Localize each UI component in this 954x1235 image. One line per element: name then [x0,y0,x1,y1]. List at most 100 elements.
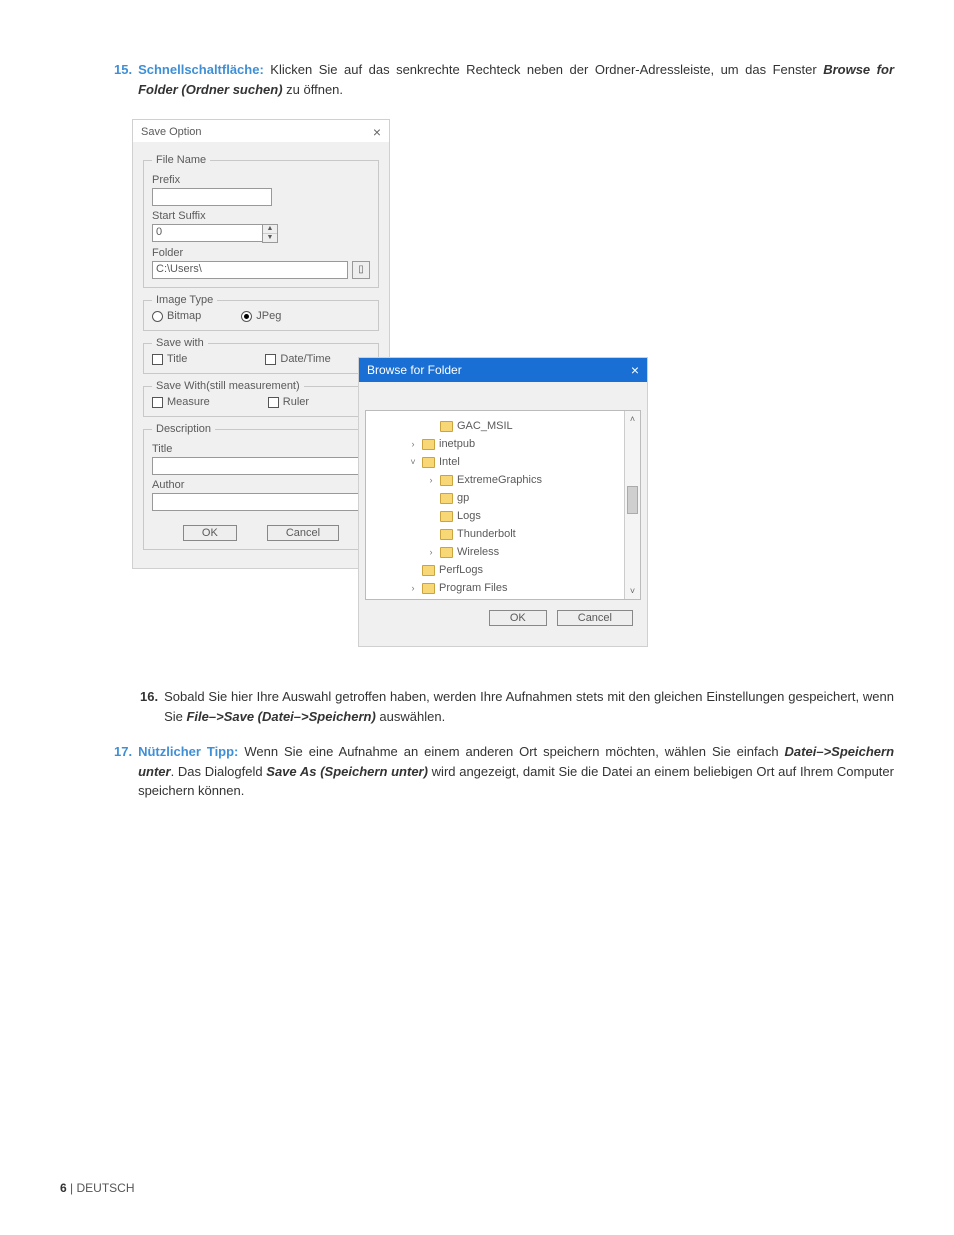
prefix-label: Prefix [152,174,370,186]
title-label: Title [152,443,370,455]
folder-icon [422,439,435,450]
close-icon[interactable]: × [631,362,639,378]
radio-bitmap[interactable]: Bitmap [152,310,201,322]
title-input[interactable] [152,457,370,475]
group-image-type-legend: Image Type [152,294,217,306]
chevron-down-icon[interactable]: ˅ [408,457,418,467]
check-measure[interactable]: Measure [152,396,210,408]
folder-icon [422,565,435,576]
spinner-down-icon[interactable]: ▼ [263,234,277,242]
group-file-name-legend: File Name [152,154,210,166]
chevron-right-icon[interactable]: › [426,547,436,557]
check-datetime-label: Date/Time [280,353,330,365]
tree-item[interactable]: gp [370,489,620,507]
check-ruler[interactable]: Ruler [268,396,309,408]
tree-item-label: Wireless [457,546,499,558]
folder-browse-button[interactable]: ▯ [352,261,370,279]
group-file-name: File Name Prefix Start Suffix 0 ▲ ▼ Fold… [143,154,379,288]
save-cancel-button[interactable]: Cancel [267,525,339,541]
item17-bold2: Save As (Speichern unter) [266,764,428,779]
folder-icon [440,493,453,504]
check-title-label: Title [167,353,187,365]
item17-label: Nützlicher Tipp: [138,744,238,759]
check-title[interactable]: Title [152,353,187,365]
list-number-16: 16. [140,687,164,726]
tree-item-label: Program Files [439,582,507,594]
save-option-title: Save Option [141,126,202,138]
start-suffix-spinner[interactable]: ▲ ▼ [262,224,278,243]
tree-item-label: Logs [457,510,481,522]
tree-item[interactable]: › ExtremeGraphics [370,471,620,489]
folder-input[interactable]: C:\Users\ [152,261,348,279]
tree-item[interactable]: Thunderbolt [370,525,620,543]
tree-item[interactable]: ˅ Intel [370,453,620,471]
chevron-right-icon[interactable]: › [408,583,418,593]
scrollbar[interactable]: ˄ ˅ [624,411,640,599]
tree-item[interactable]: Logs [370,507,620,525]
start-suffix-input[interactable]: 0 [152,224,262,242]
radio-bitmap-label: Bitmap [167,310,201,322]
footer-sep: | [67,1181,77,1195]
chevron-right-icon[interactable]: › [426,475,436,485]
item16-bold: File–>Save (Datei–>Speichern) [186,709,375,724]
item15-label: Schnellschaltfläche: [138,62,264,77]
start-suffix-label: Start Suffix [152,210,370,222]
tree-item[interactable]: › Wireless [370,543,620,561]
tree-item-label: gp [457,492,469,504]
close-icon[interactable]: × [373,124,381,140]
spinner-up-icon[interactable]: ▲ [263,225,277,234]
folder-icon [440,421,453,432]
folder-icon [422,583,435,594]
tree-item-label: Intel [439,456,460,468]
scroll-thumb[interactable] [627,486,638,514]
author-input[interactable] [152,493,370,511]
tree-item[interactable]: › inetpub [370,435,620,453]
tree-item-label: inetpub [439,438,475,450]
save-ok-button[interactable]: OK [183,525,237,541]
tree-item[interactable]: GAC_MSIL [370,417,620,435]
item17-text-a: Wenn Sie eine Aufnahme an einem anderen … [238,744,784,759]
tree-item-label: Thunderbolt [457,528,516,540]
scroll-down-icon[interactable]: ˅ [625,583,640,599]
scroll-up-icon[interactable]: ˄ [625,411,640,427]
radio-jpeg-label: JPeg [256,310,281,322]
group-save-with-still: Save With(still measurement) Measure Rul… [143,380,379,417]
folder-icon [440,475,453,486]
folder-icon [440,511,453,522]
check-measure-label: Measure [167,396,210,408]
folder-tree[interactable]: GAC_MSIL›inetpub˅Intel›ExtremeGraphicsgp… [366,411,624,599]
list-number-15: 15. [114,60,138,99]
item15-text: Klicken Sie auf das senkrechte Rechteck … [264,62,823,77]
list-item-16: Sobald Sie hier Ihre Auswahl getroffen h… [164,687,894,726]
tree-item[interactable]: › Program Files [370,579,620,597]
group-description-legend: Description [152,423,215,435]
group-description: Description Title Author OK Cancel [143,423,379,550]
folder-icon [440,529,453,540]
list-number-17: 17. [114,742,138,801]
browse-ok-button[interactable]: OK [489,610,547,626]
tree-item[interactable]: PerfLogs [370,561,620,579]
tree-item-label: PerfLogs [439,564,483,576]
save-option-dialog: Save Option × File Name Prefix Start Suf… [132,119,390,569]
item15-after: zu öffnen. [283,82,343,97]
folder-icon [440,547,453,558]
page-number: 6 [60,1181,67,1195]
group-save-with-still-legend: Save With(still measurement) [152,380,304,392]
browse-folder-dialog: Browse for Folder × GAC_MSIL›inetpub˅Int… [358,357,648,647]
group-image-type: Image Type Bitmap JPeg [143,294,379,331]
page-footer: 6 | DEUTSCH [60,1181,135,1195]
browse-cancel-button[interactable]: Cancel [557,610,633,626]
tree-item-label: ExtremeGraphics [457,474,542,486]
footer-lang: DEUTSCH [76,1181,134,1195]
prefix-input[interactable] [152,188,272,206]
radio-jpeg[interactable]: JPeg [241,310,281,322]
folder-label: Folder [152,247,370,259]
chevron-right-icon[interactable]: › [408,439,418,449]
item16-text-b: auswählen. [376,709,445,724]
folder-icon [422,457,435,468]
tree-item[interactable]: ›Program Files (x86) [370,597,620,599]
tree-item-label: GAC_MSIL [457,420,513,432]
check-datetime[interactable]: Date/Time [265,353,330,365]
list-item-15: Schnellschaltfläche: Klicken Sie auf das… [138,60,894,99]
item17-text-b: . Das Dialogfeld [171,764,267,779]
